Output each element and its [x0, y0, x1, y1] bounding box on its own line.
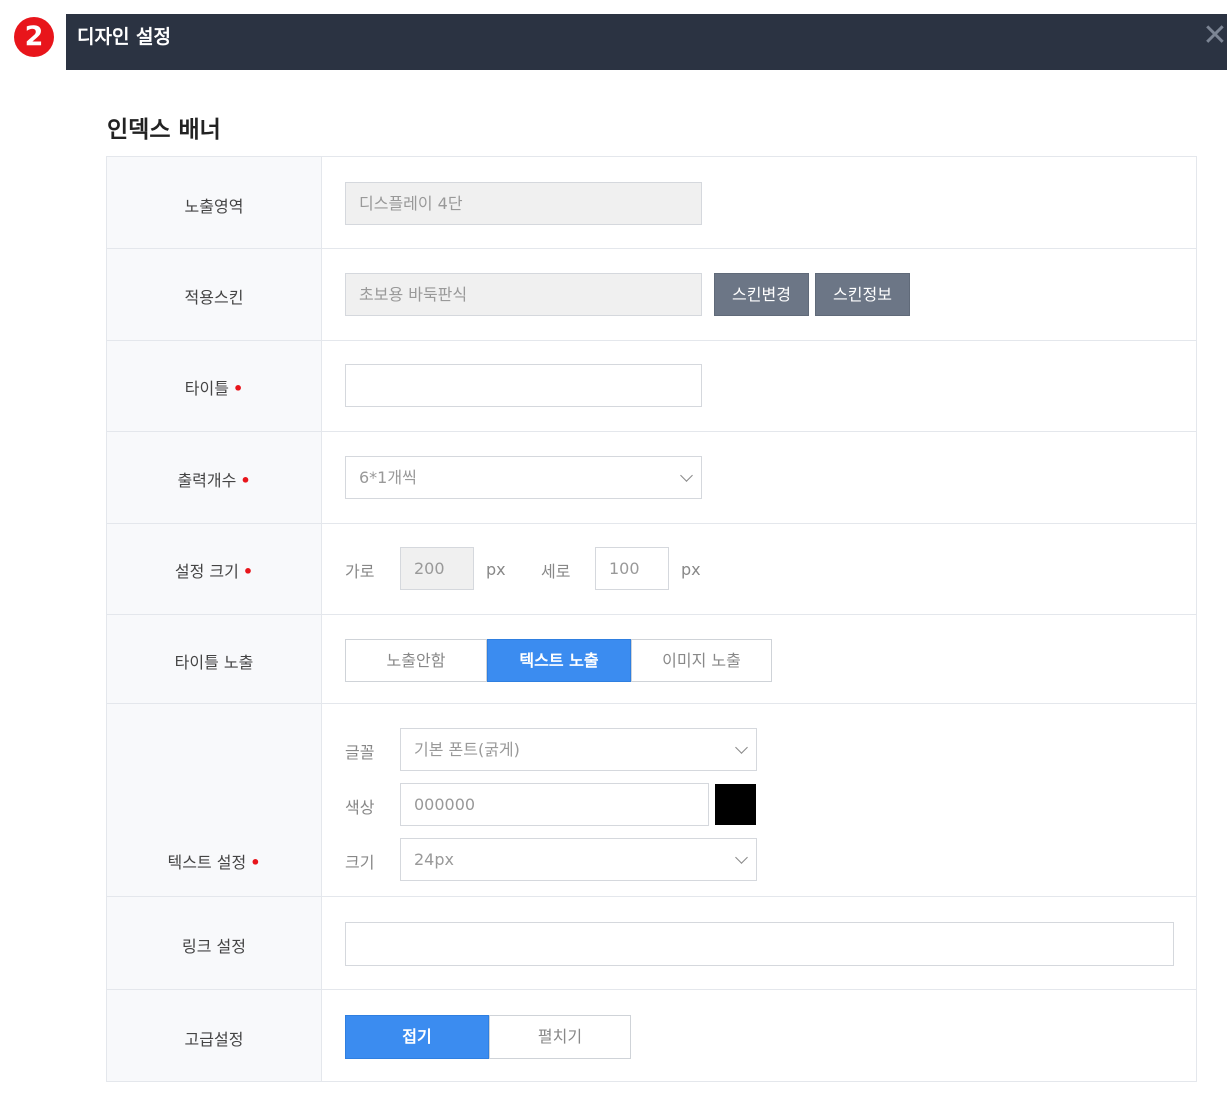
- required-mark: •: [250, 853, 261, 872]
- dialog-header: 디자인 설정 ✕: [66, 14, 1227, 70]
- dialog-title: 디자인 설정: [77, 26, 172, 48]
- row-divider: [107, 340, 1196, 341]
- title-display-option-text[interactable]: 텍스트 노출: [487, 639, 631, 682]
- size-text-label: 크기: [345, 853, 375, 872]
- settings-form: 노출영역 디스플레이 4단 적용스킨 초보용 바둑판식 스킨변경 스킨정보 타이…: [106, 156, 1197, 1082]
- skin-change-button[interactable]: 스킨변경: [714, 273, 809, 316]
- font-value: 기본 폰트(굵게): [414, 740, 520, 759]
- size-label: 설정 크기 •: [107, 558, 321, 582]
- font-size-select[interactable]: 24px: [400, 838, 757, 881]
- applied-skin-field[interactable]: 초보용 바둑판식: [345, 273, 702, 316]
- output-count-label: 출력개수 •: [107, 467, 321, 491]
- font-size-value: 24px: [414, 850, 454, 869]
- row-divider: [107, 896, 1196, 897]
- advanced-label: 고급설정: [184, 1030, 244, 1049]
- required-mark: •: [232, 379, 244, 398]
- chevron-down-icon: [735, 740, 748, 754]
- text-settings-label: 텍스트 설정 •: [107, 849, 321, 873]
- title-display-option-image[interactable]: 이미지 노출: [631, 639, 772, 682]
- close-icon[interactable]: ✕: [1197, 18, 1227, 54]
- height-label: 세로: [541, 562, 571, 581]
- chevron-down-icon: [735, 850, 748, 864]
- color-swatch[interactable]: [715, 784, 756, 825]
- required-mark: •: [242, 562, 254, 581]
- title-label: 타이틀 •: [107, 375, 321, 399]
- display-area-field[interactable]: 디스플레이 4단: [345, 182, 702, 225]
- width-input[interactable]: 200: [400, 547, 474, 590]
- output-count-select[interactable]: 6*1개씩: [345, 456, 702, 499]
- advanced-expand-option[interactable]: 펼치기: [489, 1015, 631, 1059]
- font-label: 글꼴: [345, 743, 375, 762]
- step-number-badge: 2: [14, 17, 54, 57]
- title-display-option-hide[interactable]: 노출안함: [345, 639, 487, 682]
- skin-info-button[interactable]: 스킨정보: [815, 273, 910, 316]
- color-label: 색상: [345, 798, 375, 817]
- height-input[interactable]: 100: [595, 547, 669, 590]
- row-divider: [107, 248, 1196, 249]
- text-settings-label-text: 텍스트 설정: [167, 853, 247, 872]
- link-input[interactable]: [345, 922, 1174, 966]
- width-label: 가로: [345, 562, 375, 581]
- title-display-label: 타이틀 노출: [174, 653, 254, 672]
- display-area-label: 노출영역: [184, 197, 244, 216]
- font-select[interactable]: 기본 폰트(굵게): [400, 728, 757, 771]
- applied-skin-label: 적용스킨: [184, 288, 244, 307]
- row-divider: [107, 523, 1196, 524]
- advanced-collapse-option[interactable]: 접기: [345, 1015, 489, 1059]
- link-label: 링크 설정: [182, 937, 246, 956]
- output-count-label-text: 출력개수: [177, 471, 237, 490]
- size-label-text: 설정 크기: [174, 562, 239, 581]
- chevron-down-icon: [680, 468, 693, 482]
- row-divider: [107, 431, 1196, 432]
- width-unit: px: [486, 560, 506, 579]
- row-divider: [107, 703, 1196, 704]
- title-label-text: 타이틀: [184, 379, 229, 398]
- row-divider: [107, 989, 1196, 990]
- color-input[interactable]: 000000: [400, 783, 709, 826]
- output-count-value: 6*1개씩: [359, 468, 417, 487]
- section-title: 인덱스 배너: [107, 117, 221, 143]
- required-mark: •: [240, 471, 251, 490]
- height-unit: px: [681, 560, 701, 579]
- title-input[interactable]: [345, 364, 702, 407]
- row-divider: [107, 614, 1196, 615]
